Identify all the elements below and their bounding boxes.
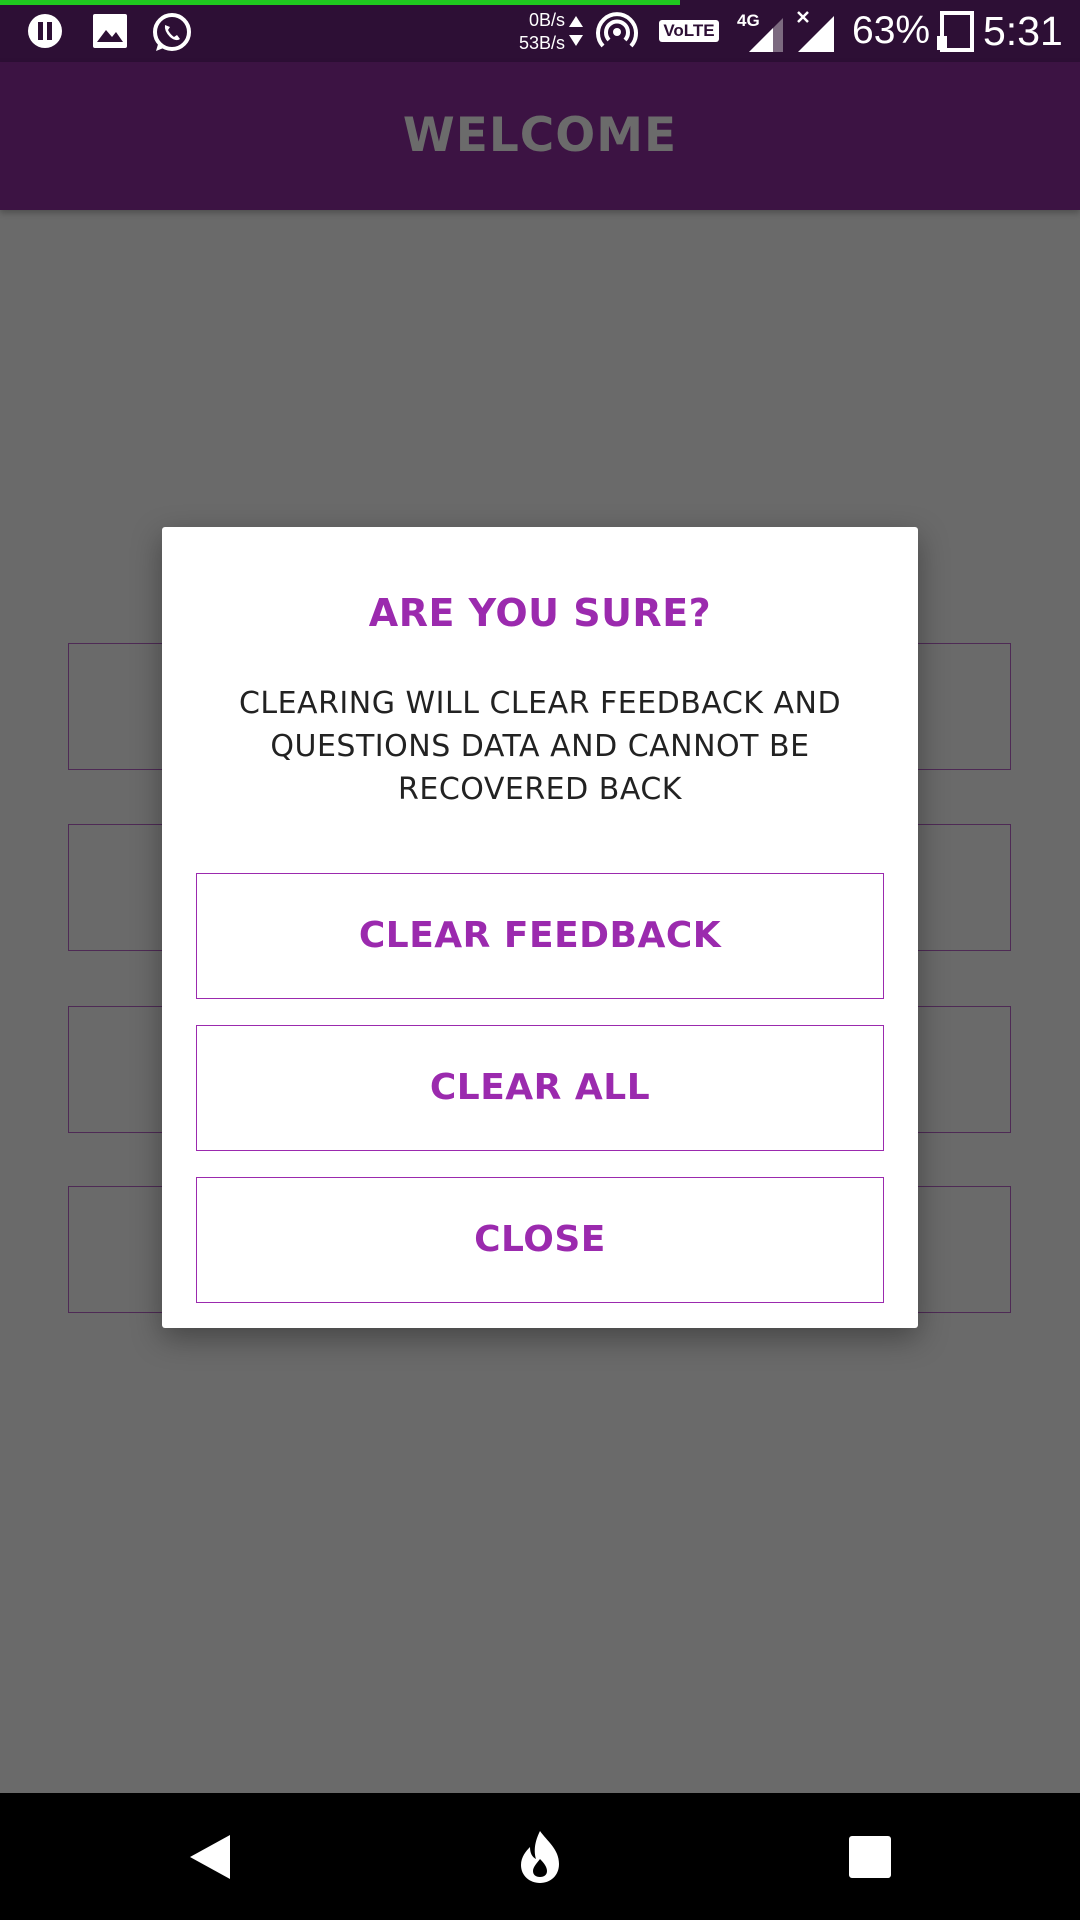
network-type-label: 4G (737, 11, 760, 30)
net-arrows-icon (568, 14, 584, 52)
app-bar: WELCOME (0, 62, 1080, 210)
back-button[interactable] (150, 1793, 270, 1920)
battery-icon (936, 10, 976, 56)
home-icon (521, 1830, 559, 1883)
close-button[interactable]: CLOSE (196, 1177, 884, 1303)
status-bar: 0B/s 53B/s VoLTE 4G 63% 5:31 (0, 0, 1080, 62)
clear-feedback-button[interactable]: CLEAR FEEDBACK (196, 873, 884, 999)
page-title: WELCOME (402, 108, 678, 163)
navigation-bar (0, 1793, 1080, 1920)
dialog-message: CLEARING WILL CLEAR FEEDBACK AND QUESTIO… (238, 686, 842, 807)
signal-icon: 4G (737, 8, 787, 58)
network-speed: 0B/s 53B/s (505, 9, 565, 55)
home-button[interactable] (480, 1793, 600, 1920)
volte-badge: VoLTE (659, 20, 719, 42)
gallery-icon (90, 11, 130, 55)
dialog-title: ARE YOU SURE? (368, 591, 712, 635)
back-icon (190, 1834, 230, 1879)
pause-icon (25, 11, 65, 55)
signal-icon-sim2 (796, 10, 836, 58)
clear-all-button[interactable]: CLEAR ALL (196, 1025, 884, 1151)
recents-icon (849, 1835, 891, 1878)
recents-button[interactable] (810, 1793, 930, 1920)
confirm-dialog: ARE YOU SURE? CLEARING WILL CLEAR FEEDBA… (162, 527, 918, 1328)
hotspot-icon (594, 9, 640, 59)
whatsapp-icon (150, 11, 194, 59)
clock: 5:31 (983, 8, 1063, 54)
battery-percent: 63% (852, 9, 931, 52)
net-up-speed: 0B/s (528, 10, 565, 30)
download-progress-bar (0, 0, 680, 5)
net-down-speed: 53B/s (518, 33, 565, 53)
